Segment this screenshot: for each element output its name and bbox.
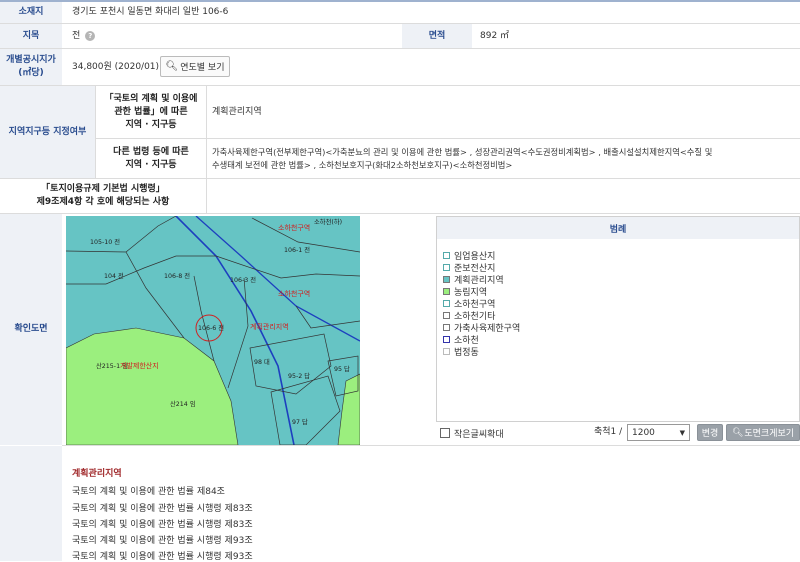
- legend-item: 소하천구역: [443, 298, 495, 310]
- yearly-price-button[interactable]: 🔍︎ 연도별 보기: [160, 56, 230, 77]
- parcel-label: 104 전: [104, 271, 124, 280]
- legend-swatch: [443, 275, 450, 283]
- divider: [62, 445, 800, 446]
- area-label: 면적: [402, 24, 472, 48]
- legend-item: 법정동: [443, 346, 479, 358]
- national-plan-zoning-value: 계획관리지역: [212, 106, 262, 117]
- other-law-zoning-value: 가축사육제한구역(전부제한구역)<가축분뇨의 관리 및 이용에 관한 법률> ,…: [212, 146, 713, 170]
- divider: [0, 213, 800, 214]
- small-text-toggle[interactable]: 작은글씨확대: [440, 427, 504, 440]
- parcel-label: 소하천(하): [314, 217, 342, 226]
- scale-select[interactable]: 1200 ▼: [627, 424, 690, 441]
- legend-item: 준보전산지: [443, 262, 495, 274]
- parcel-label: 106-8 전: [164, 271, 190, 280]
- price-value: 34,800원 (2020/01): [72, 61, 160, 72]
- scale-label: 축척1 /: [594, 427, 623, 437]
- search-icon: 🔍︎: [731, 427, 744, 438]
- other-law-zoning-label: 다른 법령 등에 따른 지역 · 지구등: [96, 139, 206, 178]
- legend-swatch: [443, 335, 450, 343]
- law-reference[interactable]: 국토의 계획 및 이용에 관한 법률 시행령 제93조: [72, 533, 253, 546]
- divider: [206, 86, 207, 178]
- parcel-label: 106-1 전: [284, 245, 310, 254]
- law-reference[interactable]: 국토의 계획 및 이용에 관한 법률 시행령 제83조: [72, 517, 253, 530]
- map-label-continued: [0, 446, 62, 561]
- legend-swatch: [443, 347, 450, 355]
- zone-label: 소하천구역: [278, 223, 310, 232]
- parcel-label: 97 답: [292, 418, 308, 426]
- law-reference[interactable]: 국토의 계획 및 이용에 관한 법률 시행령 제83조: [72, 501, 253, 514]
- parcel-label: 105-10 전: [90, 237, 120, 246]
- law-reference[interactable]: 국토의 계획 및 이용에 관한 법률 시행령 제93조: [72, 549, 253, 562]
- zoning-label: 지역지구등 지정여부: [0, 86, 95, 178]
- change-scale-button[interactable]: 변경: [697, 424, 723, 441]
- checkbox[interactable]: [440, 428, 450, 438]
- parcel-label: 95-2 답: [288, 372, 310, 380]
- legend-item: 임업용산지: [443, 250, 495, 262]
- help-icon[interactable]: ?: [85, 31, 96, 41]
- parcel-label: 95 답: [334, 365, 350, 373]
- national-plan-zoning-label: 「국토의 계획 및 이용에 관한 법률」에 따른 지역 · 지구등: [96, 86, 206, 138]
- zone-label: 개발제한산지: [120, 361, 159, 370]
- legend-swatch: [443, 263, 450, 271]
- legend-swatch: [443, 251, 450, 259]
- divider: [0, 23, 800, 24]
- legend-title: 범례: [437, 217, 799, 239]
- location-label: 소재지: [0, 2, 62, 23]
- search-icon: 🔍︎: [165, 61, 179, 72]
- legend-item: 가축사육제한구역: [443, 322, 520, 334]
- price-label: 개별공시지가 (㎡당): [0, 49, 62, 85]
- area-value: 892 ㎡: [480, 30, 510, 41]
- law-section-title: 계획관리지역: [72, 469, 122, 479]
- zone-label: 소하천구역: [278, 289, 310, 298]
- land-category-value: 전 ?: [72, 24, 96, 48]
- legend-swatch: [443, 311, 450, 319]
- parcel-label: 106-6 전: [198, 323, 224, 332]
- legend-item: 계획관리지역: [443, 274, 504, 286]
- chevron-down-icon: ▼: [679, 428, 685, 437]
- legend-swatch: [443, 299, 450, 307]
- land-category-label: 지목: [0, 24, 62, 48]
- law-reference[interactable]: 국토의 계획 및 이용에 관한 법률 제84조: [72, 484, 225, 497]
- regulation-label: 「토지이용규제 기본법 시행령」 제9조제4항 각 호에 해당되는 사항: [0, 179, 206, 213]
- legend-swatch: [443, 323, 450, 331]
- enlarge-map-button[interactable]: 🔍︎ 도면크게보기: [726, 424, 800, 441]
- divider: [206, 179, 207, 213]
- legend-item: 소하천: [443, 334, 479, 346]
- parcel-label: 106-3 전: [230, 275, 256, 284]
- zone-label: 계획관리지역: [250, 322, 289, 331]
- location-value: 경기도 포천시 일동면 화대리 일반 106-6: [72, 7, 229, 17]
- legend-swatch: [443, 287, 450, 295]
- legend-item: 농림지역: [443, 286, 487, 298]
- legend-item: 소하천기타: [443, 310, 495, 322]
- parcel-label: 98 대: [254, 358, 270, 366]
- cadastral-map[interactable]: 105-10 전 106-1 전 106-8 전 104 전 106-3 전 1…: [66, 216, 360, 445]
- parcel-label: 산214 임: [170, 399, 196, 408]
- map-label: 확인도면: [0, 214, 62, 445]
